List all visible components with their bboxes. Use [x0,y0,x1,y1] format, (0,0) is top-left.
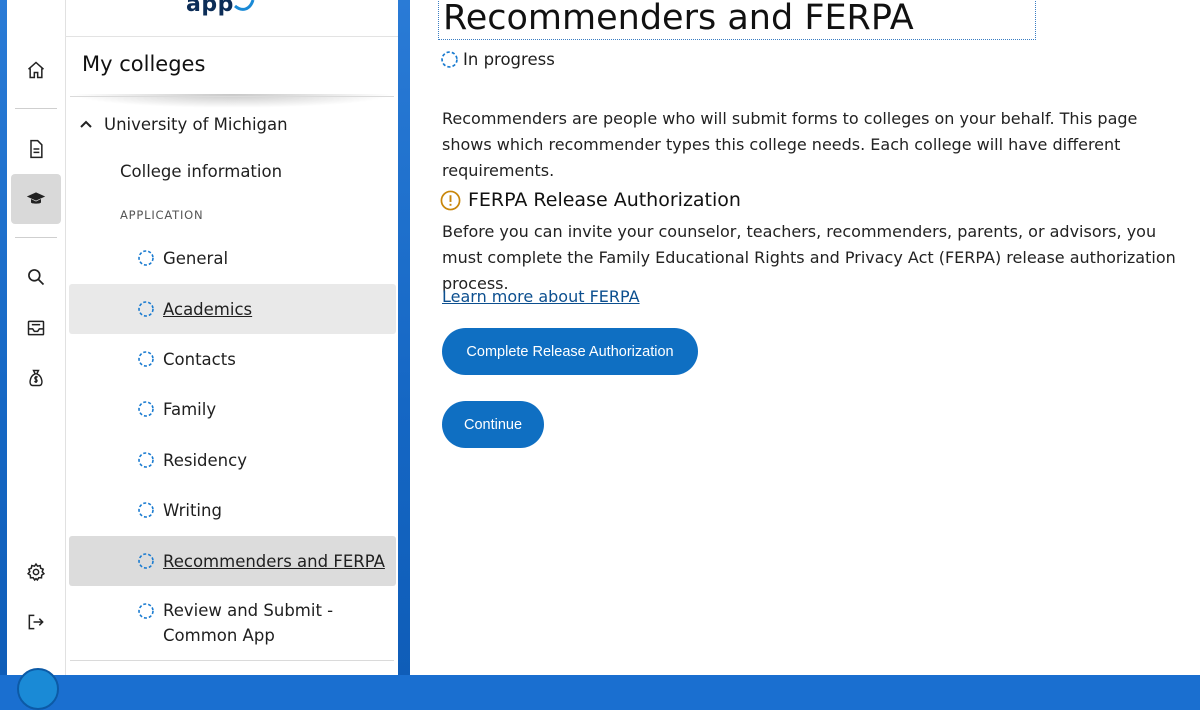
icon-rail [7,0,66,710]
status-indicator: In progress [441,50,555,69]
document-icon [30,139,43,159]
sidebar-item-contacts[interactable]: Contacts [69,334,396,384]
chevron-up-icon [80,120,92,128]
header-divider [65,36,398,37]
sidebar-item-label: Review and Submit - Common App [163,601,334,645]
graduation-cap-icon [26,192,46,204]
sidebar-item-general[interactable]: General [69,233,396,283]
sidebar-item-writing[interactable]: Writing [69,485,396,535]
sidebar-item-label: Academics [163,299,253,319]
rail-common-app-button[interactable] [11,124,61,174]
in-progress-icon [138,250,154,266]
in-progress-icon [138,502,154,518]
in-progress-icon [138,553,154,569]
rail-divider [15,237,57,238]
sidebar-item-review-and-submit[interactable]: Review and Submit - Common App [69,598,396,648]
sidebar-bottom-divider [70,660,394,661]
rail-sign-out-button[interactable] [11,597,61,647]
rail-divider [15,108,57,109]
college-information-link[interactable]: College information [120,162,282,181]
learn-more-ferpa-link[interactable]: Learn more about FERPA [442,287,640,306]
complete-release-authorization-button[interactable]: Complete Release Authorization [442,328,698,375]
rail-settings-button[interactable] [11,547,61,597]
main-content: Recommenders and FERPA In progress Recom… [410,0,1200,675]
sidebar-item-label: Residency [163,450,247,470]
inbox-icon [27,320,45,336]
in-progress-icon [138,351,154,367]
window-frame-divider [398,0,410,675]
logo: app [186,0,234,17]
sidebar-item-label: General [163,248,229,268]
colleges-sidebar: app My colleges University of Michigan C… [65,0,398,675]
page-title: Recommenders and FERPA [438,0,1036,40]
avatar[interactable] [17,668,59,710]
rail-my-colleges-button[interactable] [11,174,61,224]
sidebar-item-academics[interactable]: Academics [69,284,396,334]
application-section-label: APPLICATION [120,208,204,222]
sign-out-icon [28,614,44,630]
money-bag-icon [29,369,43,387]
ferpa-heading: FERPA Release Authorization [440,189,741,211]
search-icon [28,269,45,286]
sidebar-item-label: Family [163,399,217,419]
intro-paragraph: Recommenders are people who will submit … [442,109,1138,180]
rail-financial-aid-button[interactable] [11,353,61,403]
sidebar-item-label: Contacts [163,349,236,369]
continue-button[interactable]: Continue [442,401,544,448]
sidebar-item-residency[interactable]: Residency [69,435,396,485]
in-progress-icon [138,301,154,317]
warning-icon [440,190,461,210]
window-frame-left [0,0,7,675]
rail-messages-button[interactable] [11,303,61,353]
sidebar-divider [70,96,394,97]
home-icon [28,61,44,79]
college-name: University of Michigan [104,114,288,134]
sidebar-item-family[interactable]: Family [69,384,396,434]
sidebar-item-label: Writing [163,500,222,520]
sidebar-item-label: Recommenders and FERPA [163,551,385,571]
college-accordion-toggle[interactable]: University of Michigan [78,110,288,138]
sidebar-item-recommenders-and-ferpa[interactable]: Recommenders and FERPA [69,536,396,586]
gear-icon [26,562,46,582]
status-text: In progress [463,50,555,69]
ferpa-description: Before you can invite your counselor, te… [442,222,1176,293]
in-progress-icon [138,452,154,468]
rail-home-button[interactable] [11,45,61,95]
sidebar-title: My colleges [82,52,206,76]
in-progress-icon [138,603,154,619]
ferpa-heading-text: FERPA Release Authorization [468,189,741,211]
in-progress-icon [138,401,154,417]
logo-mark-icon [234,0,255,11]
in-progress-icon [441,51,458,68]
rail-search-button[interactable] [11,252,61,302]
